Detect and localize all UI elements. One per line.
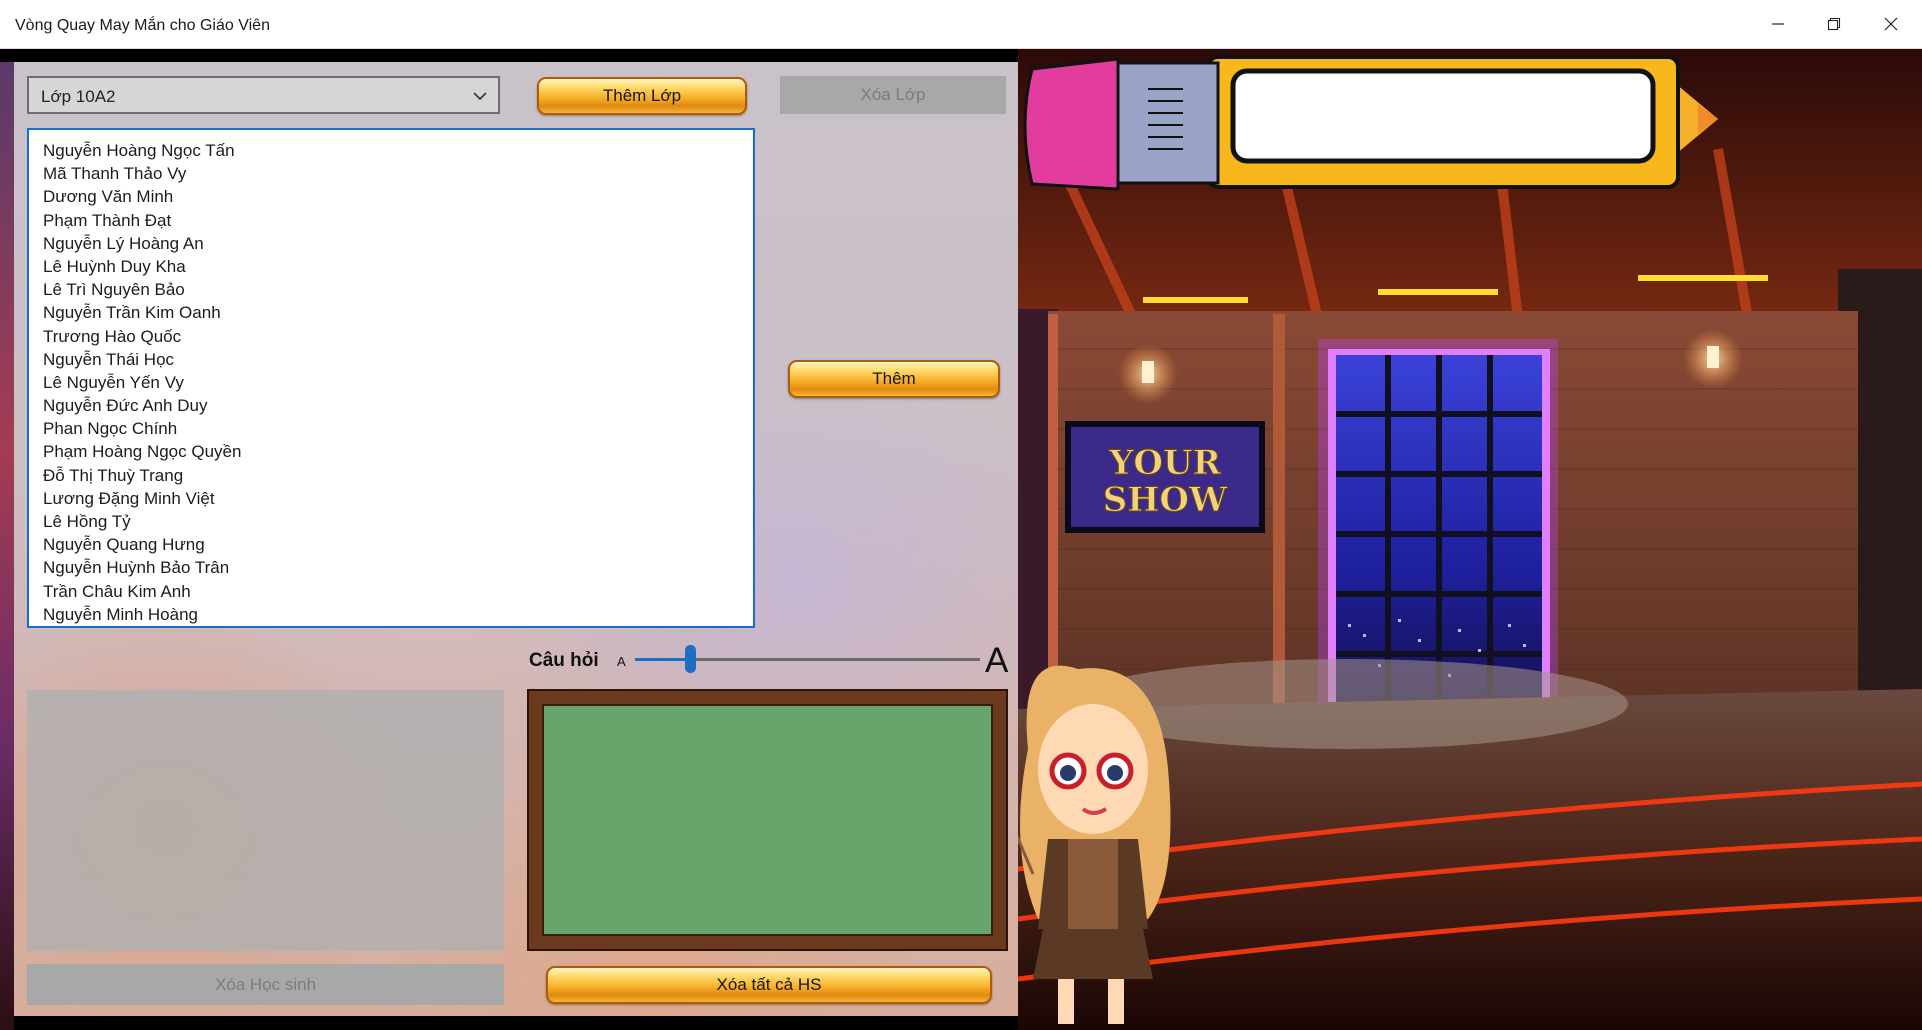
question-chalkboard[interactable] — [527, 689, 1008, 951]
student-list-item[interactable]: Mã Thanh Thảo Vy — [29, 162, 753, 185]
class-select[interactable]: Lớp 10A2 — [27, 76, 500, 114]
restore-icon — [1827, 17, 1841, 31]
student-list-item[interactable]: Lê Huỳnh Duy Kha — [29, 255, 753, 278]
student-list-item[interactable]: Lê Hồng Tỷ — [29, 510, 753, 533]
close-button[interactable] — [1868, 0, 1914, 48]
minimize-button[interactable] — [1755, 0, 1801, 48]
student-list-item[interactable]: Phạm Thành Đạt — [29, 209, 753, 232]
student-list-item[interactable]: Nguyễn Minh Hoàng — [29, 603, 753, 626]
student-list-item[interactable]: Nguyễn Quang Hưng — [29, 533, 753, 556]
student-list-item[interactable]: Nguyễn Thái Học — [29, 348, 753, 371]
stage-background: YOUR SHOW — [1018, 49, 1922, 1030]
student-list-item[interactable]: Lê Trì Nguyên Bảo — [29, 278, 753, 301]
student-list-item[interactable]: Nguyễn Lý Hoàng An — [29, 232, 753, 255]
font-size-large-glyph: A — [985, 641, 1009, 680]
sign-line-2: SHOW — [1103, 480, 1228, 520]
student-list-item[interactable]: Trương Hào Quốc — [29, 325, 753, 348]
student-list-item[interactable]: Nguyễn Đức Anh Duy — [29, 394, 753, 417]
pencil-banner — [1023, 55, 1718, 191]
student-list-item[interactable]: Lê Nguyễn Yến Vy — [29, 371, 753, 394]
student-display-box — [27, 690, 504, 951]
font-size-slider-thumb[interactable] — [685, 645, 697, 673]
add-student-button[interactable]: Thêm — [788, 360, 1000, 398]
student-list-item[interactable]: Lương Đặng Minh Việt — [29, 487, 753, 510]
close-icon — [1884, 17, 1898, 31]
student-list-item[interactable]: Nguyễn Hoàng Ngọc Tấn — [29, 139, 753, 162]
background-strip — [0, 62, 14, 1030]
delete-class-button[interactable]: Xóa Lớp — [780, 76, 1006, 114]
sign-line-1: YOUR — [1108, 443, 1222, 483]
class-select-value: Lớp 10A2 — [41, 87, 116, 106]
student-list-item[interactable]: Dương Văn Minh — [29, 185, 753, 208]
delete-all-students-button[interactable]: Xóa tất cả HS — [546, 966, 992, 1004]
window-title: Vòng Quay May Mắn cho Giáo Viên — [15, 17, 270, 34]
font-size-small-glyph: A — [617, 654, 626, 669]
minimize-icon — [1772, 23, 1784, 25]
restore-button[interactable] — [1811, 0, 1857, 48]
student-list-item[interactable]: Trần Châu Kim Anh — [29, 580, 753, 603]
student-list-item[interactable]: Đỗ Thị Thuỳ Trang — [29, 464, 753, 487]
student-list-item[interactable]: Nguyễn Huỳnh Bảo Trân — [29, 556, 753, 579]
student-list-item[interactable]: Phạm Hoàng Ngọc Quyền — [29, 440, 753, 463]
add-class-button[interactable]: Thêm Lớp — [537, 77, 747, 115]
delete-student-button[interactable]: Xóa Học sinh — [27, 964, 504, 1005]
student-list[interactable]: Nguyễn Hoàng Ngọc Tấn Mã Thanh Thảo Vy Dươ… — [27, 128, 755, 628]
question-label: Câu hỏi — [529, 650, 599, 671]
stage-illustration: YOUR SHOW — [1018, 49, 1922, 1030]
title-bar: Vòng Quay May Mắn cho Giáo Viên — [0, 0, 1922, 49]
student-list-item[interactable]: Phan Ngọc Chính — [29, 417, 753, 440]
student-list-item[interactable]: Nguyễn Trần Kim Oanh — [29, 301, 753, 324]
font-size-slider-fill — [635, 658, 691, 661]
student-list-rows: Nguyễn Hoàng Ngọc Tấn Mã Thanh Thảo Vy Dươ… — [29, 130, 753, 626]
teacher-character — [1018, 665, 1171, 1024]
chevron-down-icon — [472, 88, 488, 109]
